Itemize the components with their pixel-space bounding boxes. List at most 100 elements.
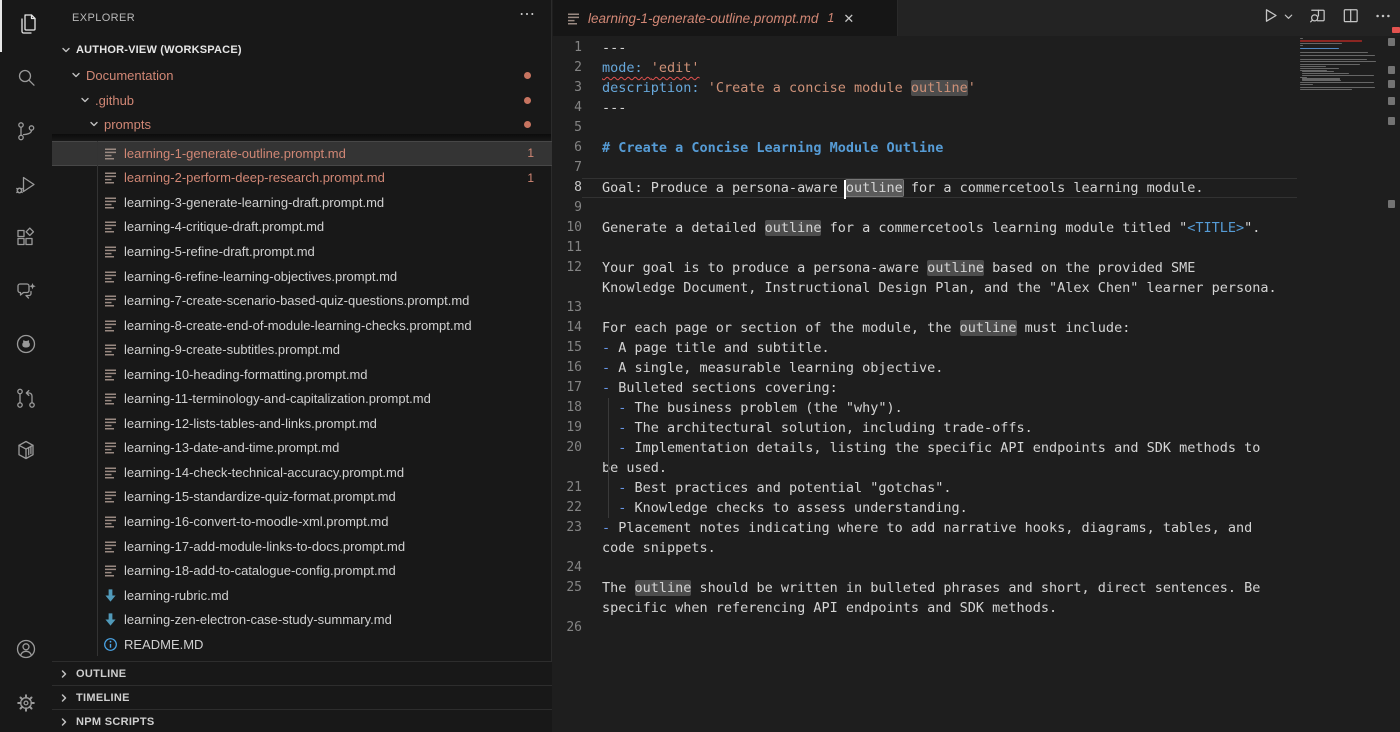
- code-line-13: 13: [553, 298, 1297, 318]
- minimap[interactable]: [1300, 38, 1386, 728]
- open-preview-button[interactable]: [1308, 6, 1327, 30]
- file-label: learning-8-create-end-of-module-learning…: [124, 318, 472, 333]
- file-learning-rubric-md[interactable]: learning-rubric.md: [52, 583, 552, 608]
- ruler-error-mark: [1392, 27, 1400, 33]
- file-label: learning-5-refine-draft.prompt.md: [124, 244, 315, 259]
- line-number: 21: [553, 478, 582, 498]
- section-label: NPM SCRIPTS: [76, 716, 154, 728]
- code-line-3: 3description: 'Create a concise module o…: [553, 78, 1297, 98]
- file-learning-12-lists-tables-and-links-prompt-md[interactable]: learning-12-lists-tables-and-links.promp…: [52, 411, 552, 436]
- modified-dot-badge: [524, 72, 531, 79]
- file-learning-5-refine-draft-prompt-md[interactable]: learning-5-refine-draft.prompt.md: [52, 239, 552, 264]
- activity-item-explorer[interactable]: [0, 0, 54, 52]
- workspace-root[interactable]: AUTHOR-VIEW (WORKSPACE): [52, 38, 552, 62]
- more-actions-icon[interactable]: ⋯: [519, 4, 535, 24]
- file-learning-1-generate-outline-prompt-md[interactable]: learning-1-generate-outline.prompt.md1: [52, 141, 552, 166]
- file-learning-15-standardize-quiz-format-prompt-md[interactable]: learning-15-standardize-quiz-format.prom…: [52, 485, 552, 510]
- chevron-down-icon: [60, 44, 72, 56]
- activity-item-settings[interactable]: [0, 679, 52, 731]
- line-content: - Bulleted sections covering:: [582, 378, 1297, 398]
- activity-item-run-and-debug[interactable]: [0, 161, 52, 213]
- folder-documentation[interactable]: Documentation: [52, 63, 552, 88]
- activity-item-accounts[interactable]: [0, 625, 52, 677]
- package-icon: [14, 438, 38, 467]
- file-learning-4-critique-draft-prompt-md[interactable]: learning-4-critique-draft.prompt.md: [52, 215, 552, 240]
- minimap-line: [1300, 40, 1386, 42]
- file-label: learning-rubric.md: [124, 588, 229, 603]
- activity-item-extensions[interactable]: [0, 214, 52, 266]
- pull-request-icon: [14, 386, 38, 415]
- code-line-23: 23- Placement notes indicating where to …: [553, 518, 1297, 538]
- file-learning-7-create-scenario-based-quiz-questions-prompt-md[interactable]: learning-7-create-scenario-based-quiz-qu…: [52, 288, 552, 313]
- file-learning-6-refine-learning-objectives-prompt-md[interactable]: learning-6-refine-learning-objectives.pr…: [52, 264, 552, 289]
- line-content: # Create a Concise Learning Module Outli…: [582, 138, 1297, 158]
- line-number: 7: [553, 158, 582, 178]
- close-icon[interactable]: ✕: [843, 12, 854, 25]
- file-learning-14-check-technical-accuracy-prompt-md[interactable]: learning-14-check-technical-accuracy.pro…: [52, 460, 552, 485]
- overview-ruler[interactable]: [1386, 0, 1400, 732]
- section-outline[interactable]: OUTLINE: [52, 661, 552, 686]
- markdown-icon: [103, 539, 118, 554]
- activity-item-search[interactable]: [0, 54, 52, 106]
- code-line-15: 15- A page title and subtitle.: [553, 338, 1297, 358]
- code-line-4: 4---: [553, 98, 1297, 118]
- line-content: code snippets.: [582, 538, 1297, 558]
- tab-learning-1[interactable]: learning-1-generate-outline.prompt.md 1 …: [553, 0, 898, 36]
- file-learning-18-add-to-catalogue-config-prompt-md[interactable]: learning-18-add-to-catalogue-config.prom…: [52, 558, 552, 583]
- file-learning-11-terminology-and-capitalization-prompt-md[interactable]: learning-11-terminology-and-capitalizati…: [52, 387, 552, 412]
- folder--github[interactable]: .github: [52, 88, 552, 113]
- line-number: 3: [553, 78, 582, 98]
- line-content: [582, 238, 1297, 258]
- editor-actions: [1262, 0, 1392, 36]
- line-number: 17: [553, 378, 582, 398]
- activity-item-github[interactable]: [0, 320, 52, 372]
- activity-item-chat[interactable]: [0, 267, 52, 319]
- line-number: 8: [553, 178, 582, 198]
- markdown-icon: [103, 170, 118, 185]
- code-line-11: 11: [553, 238, 1297, 258]
- line-number: 22: [553, 498, 582, 518]
- ruler-occurrence-mark: [1388, 80, 1395, 88]
- markdown-icon: [103, 195, 118, 210]
- line-number: 11: [553, 238, 582, 258]
- section-label: TIMELINE: [76, 692, 130, 704]
- source-control-icon: [14, 119, 38, 148]
- code-line-16: 16- A single, measurable learning object…: [553, 358, 1297, 378]
- code-line-12: 12Your goal is to produce a persona-awar…: [553, 258, 1297, 278]
- line-number: [553, 538, 582, 558]
- file-learning-17-add-module-links-to-docs-prompt-md[interactable]: learning-17-add-module-links-to-docs.pro…: [52, 534, 552, 559]
- file-learning-9-create-subtitles-prompt-md[interactable]: learning-9-create-subtitles.prompt.md: [52, 337, 552, 362]
- section-npm-scripts[interactable]: NPM SCRIPTS: [52, 709, 552, 732]
- folder-prompts[interactable]: prompts: [52, 112, 552, 137]
- activity-item-pull-requests[interactable]: [0, 374, 52, 426]
- file-label: learning-zen-electron-case-study-summary…: [124, 612, 392, 627]
- split-editor-button[interactable]: [1341, 6, 1360, 30]
- file-learning-zen-electron-case-study-summary-md[interactable]: learning-zen-electron-case-study-summary…: [52, 607, 552, 632]
- activity-item-containers[interactable]: [0, 426, 52, 478]
- markdown-icon: [103, 465, 118, 480]
- markdown-icon: [103, 219, 118, 234]
- code-line-24: 24: [553, 558, 1297, 578]
- line-number: 16: [553, 358, 582, 378]
- code-editor[interactable]: 1---2mode: 'edit'3description: 'Create a…: [553, 36, 1297, 732]
- activity-bar: [0, 0, 53, 732]
- section-timeline[interactable]: TIMELINE: [52, 685, 552, 710]
- file-learning-2-perform-deep-research-prompt-md[interactable]: learning-2-perform-deep-research.prompt.…: [52, 166, 552, 191]
- file-learning-10-heading-formatting-prompt-md[interactable]: learning-10-heading-formatting.prompt.md: [52, 362, 552, 387]
- code-line-8: 8Goal: Produce a persona-aware outline f…: [553, 178, 1297, 198]
- chevron-down-icon: [79, 94, 91, 106]
- run-dropdown-button[interactable]: [1283, 9, 1294, 27]
- code-line-10: 10Generate a detailed outline for a comm…: [553, 218, 1297, 238]
- file-learning-13-date-and-time-prompt-md[interactable]: learning-13-date-and-time.prompt.md: [52, 436, 552, 461]
- file-learning-8-create-end-of-module-learning-checks-prompt-md[interactable]: learning-8-create-end-of-module-learning…: [52, 313, 552, 338]
- run-prompt-button[interactable]: [1262, 7, 1279, 29]
- file-label: learning-14-check-technical-accuracy.pro…: [124, 465, 404, 480]
- file-learning-16-convert-to-moodle-xml-prompt-md[interactable]: learning-16-convert-to-moodle-xml.prompt…: [52, 509, 552, 534]
- file-learning-3-generate-learning-draft-prompt-md[interactable]: learning-3-generate-learning-draft.promp…: [52, 190, 552, 215]
- file-label: learning-11-terminology-and-capitalizati…: [124, 391, 431, 406]
- file-README-MD[interactable]: README.MD: [52, 632, 552, 657]
- line-number: 23: [553, 518, 582, 538]
- tab-problem-badge: 1: [827, 11, 834, 25]
- file-label: learning-15-standardize-quiz-format.prom…: [124, 489, 396, 504]
- activity-item-source-control[interactable]: [0, 107, 52, 159]
